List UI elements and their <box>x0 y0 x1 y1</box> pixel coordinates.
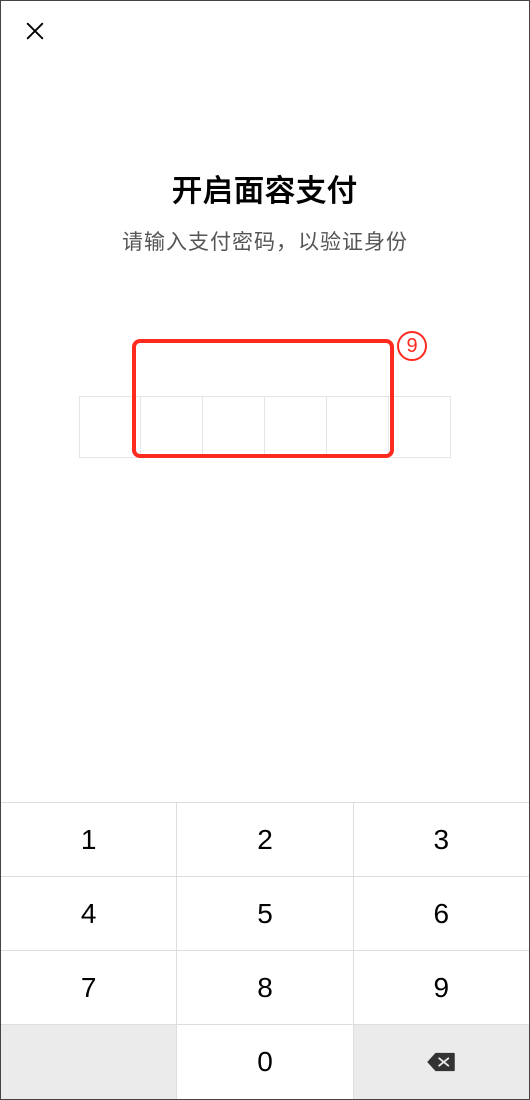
keypad-key-5[interactable]: 5 <box>177 877 353 951</box>
keypad-key-1[interactable]: 1 <box>1 803 177 877</box>
numeric-keypad: 1 2 3 4 5 6 7 8 9 0 <box>1 802 529 1099</box>
page-title: 开启面容支付 <box>1 166 529 210</box>
page-subtitle: 请输入支付密码，以验证身份 <box>1 226 529 256</box>
annotation-badge: 9 <box>397 331 427 361</box>
keypad-key-4[interactable]: 4 <box>1 877 177 951</box>
pin-box-3 <box>203 396 265 458</box>
pin-box-2 <box>141 396 203 458</box>
close-icon <box>24 20 46 42</box>
keypad-key-8[interactable]: 8 <box>177 951 353 1025</box>
pin-box-1 <box>79 396 141 458</box>
pin-box-6 <box>389 396 451 458</box>
keypad-key-0[interactable]: 0 <box>177 1025 353 1099</box>
keypad-key-3[interactable]: 3 <box>354 803 529 877</box>
keypad-key-6[interactable]: 6 <box>354 877 529 951</box>
keypad-key-9[interactable]: 9 <box>354 951 529 1025</box>
pin-box-4 <box>265 396 327 458</box>
keypad-key-backspace[interactable] <box>354 1025 529 1099</box>
pin-box-5 <box>327 396 389 458</box>
keypad-key-7[interactable]: 7 <box>1 951 177 1025</box>
keypad-key-blank <box>1 1025 177 1099</box>
close-button[interactable] <box>19 15 51 47</box>
backspace-icon <box>426 1051 456 1073</box>
pin-input-row[interactable] <box>1 396 529 458</box>
keypad-key-2[interactable]: 2 <box>177 803 353 877</box>
